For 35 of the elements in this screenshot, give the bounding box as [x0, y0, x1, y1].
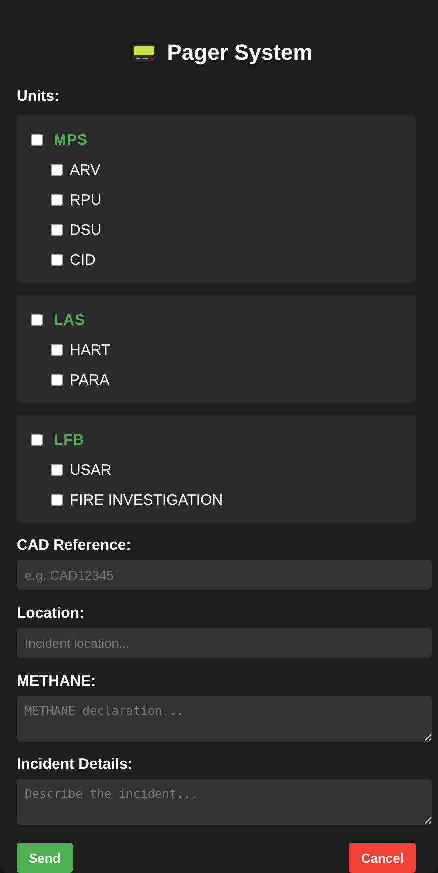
- unit-checkbox[interactable]: [51, 494, 63, 506]
- unit-checkbox[interactable]: [51, 164, 63, 176]
- field-label: Location:: [17, 605, 86, 622]
- pager-icon: [131, 43, 158, 63]
- group-checkbox[interactable]: [31, 134, 43, 146]
- cancel-button[interactable]: Cancel: [349, 843, 416, 873]
- text-area[interactable]: Describe the incident...: [17, 779, 432, 825]
- field-label: CAD Reference:: [17, 537, 132, 554]
- unit-checkbox[interactable]: [51, 194, 63, 206]
- unit-name: ARV: [70, 162, 101, 178]
- unit-name: HART: [70, 342, 111, 358]
- unit-checkbox[interactable]: [51, 374, 63, 386]
- field-label: METHANE:: [17, 673, 98, 690]
- unit-name: CID: [70, 252, 96, 268]
- unit-name: USAR: [70, 462, 112, 478]
- unit-name: DSU: [70, 222, 102, 238]
- field-label: Incident Details:: [17, 756, 134, 773]
- unit-checkbox[interactable]: [51, 224, 63, 236]
- unit-name: RPU: [70, 192, 102, 208]
- unit-checkbox[interactable]: [51, 464, 63, 476]
- group-name: LAS: [54, 312, 86, 328]
- group-name: LFB: [54, 432, 85, 448]
- group-name: MPS: [54, 132, 88, 148]
- unit-checkbox[interactable]: [51, 344, 63, 356]
- input-field[interactable]: Incident location...: [17, 628, 432, 658]
- unit-name: PARA: [70, 372, 110, 388]
- app-title: Pager System: [167, 40, 313, 66]
- input-field[interactable]: e.g. CAD12345: [17, 560, 432, 590]
- unit-name: FIRE INVESTIGATION: [70, 492, 224, 508]
- text-area[interactable]: METHANE declaration...: [17, 696, 432, 742]
- units-label: Units:: [17, 88, 60, 105]
- unit-checkbox[interactable]: [51, 254, 63, 266]
- send-button[interactable]: Send: [17, 843, 73, 873]
- group-checkbox[interactable]: [31, 314, 43, 326]
- group-checkbox[interactable]: [31, 434, 43, 446]
